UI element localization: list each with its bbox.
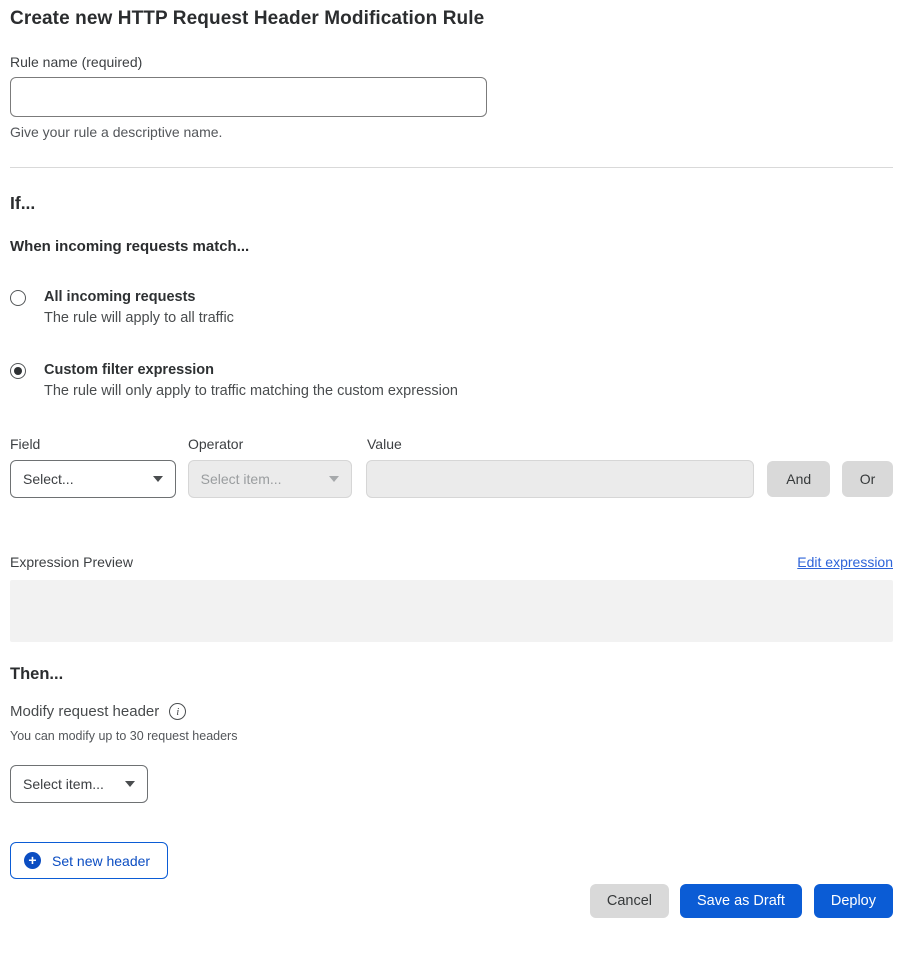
edit-expression-link[interactable]: Edit expression [797,554,893,570]
modify-header-row: Modify request header i [10,703,893,720]
option-description: The rule will only apply to traffic matc… [44,383,458,399]
rule-name-input[interactable] [10,77,487,117]
option-custom-filter-expression[interactable]: Custom filter expression The rule will o… [10,362,893,399]
option-all-incoming-requests[interactable]: All incoming requests The rule will appl… [10,289,893,326]
expression-preview-header: Expression Preview Edit expression [10,554,893,570]
header-action-select[interactable]: Select item... [10,765,148,803]
cancel-button[interactable]: Cancel [590,884,669,918]
operator-select: Select item... [188,460,353,498]
page-title: Create new HTTP Request Header Modificat… [10,8,893,30]
rule-name-label: Rule name (required) [10,54,893,70]
expression-preview-box [10,580,893,642]
deploy-button[interactable]: Deploy [814,884,893,918]
modify-request-header-label: Modify request header [10,703,159,720]
expression-builder-labels: Field Operator Value [10,436,893,452]
header-action-select-value: Select item... [23,776,104,792]
if-heading: If... [10,193,893,214]
section-divider [10,167,893,168]
set-new-header-button[interactable]: + Set new header [10,842,168,879]
option-label[interactable]: All incoming requests [44,289,234,305]
field-select-value: Select... [23,471,74,487]
expression-builder-row: Select... Select item... And Or [10,460,893,498]
radio-custom-filter-icon[interactable] [10,363,26,379]
rule-name-helper: Give your rule a descriptive name. [10,124,893,140]
modify-header-helper: You can modify up to 30 request headers [10,729,893,743]
option-description: The rule will apply to all traffic [44,310,234,326]
create-rule-form: Create new HTTP Request Header Modificat… [0,0,899,918]
footer-actions: Cancel Save as Draft Deploy [10,884,893,918]
operator-select-value: Select item... [201,471,282,487]
plus-icon: + [24,852,41,869]
option-label[interactable]: Custom filter expression [44,362,458,378]
radio-all-incoming-icon[interactable] [10,290,26,306]
chevron-down-icon [125,781,135,787]
and-button[interactable]: And [767,461,830,497]
field-label: Field [10,436,188,452]
chevron-down-icon [153,476,163,482]
match-options: All incoming requests The rule will appl… [10,289,893,399]
value-label: Value [367,436,402,452]
match-subheading: When incoming requests match... [10,238,893,255]
value-input [366,460,754,498]
save-as-draft-button[interactable]: Save as Draft [680,884,802,918]
then-heading: Then... [10,665,893,684]
expression-preview-label: Expression Preview [10,554,133,570]
chevron-down-icon [329,476,339,482]
info-icon[interactable]: i [169,703,186,720]
set-new-header-label: Set new header [52,853,150,869]
field-select[interactable]: Select... [10,460,176,498]
operator-label: Operator [188,436,367,452]
or-button[interactable]: Or [842,461,893,497]
